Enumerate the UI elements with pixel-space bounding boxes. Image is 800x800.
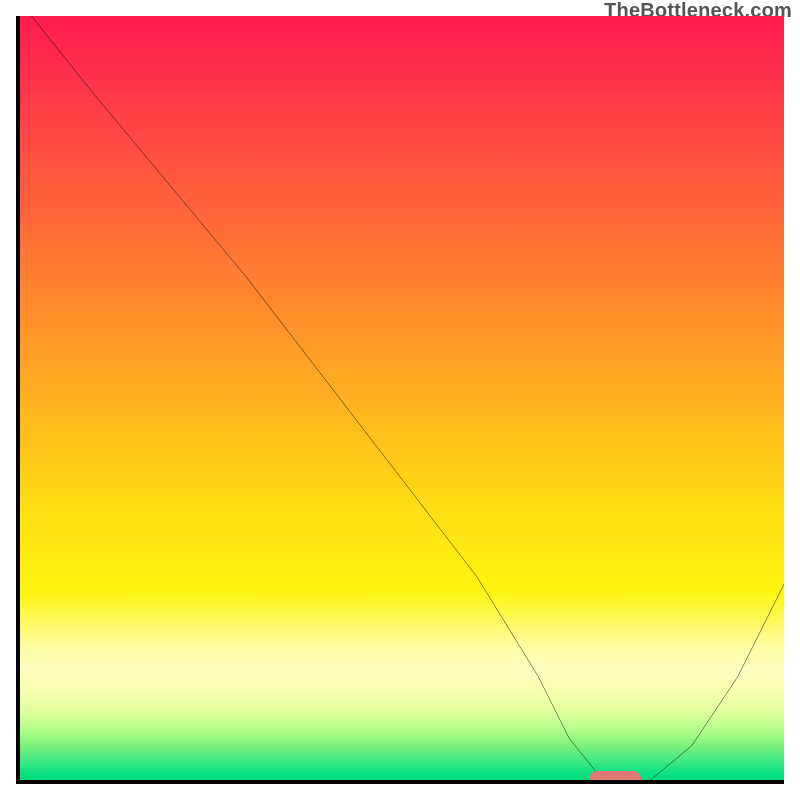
target-marker <box>589 771 641 784</box>
gradient-background <box>16 16 784 784</box>
plot-area <box>16 16 784 784</box>
chart-container: TheBottleneck.com <box>0 0 800 800</box>
